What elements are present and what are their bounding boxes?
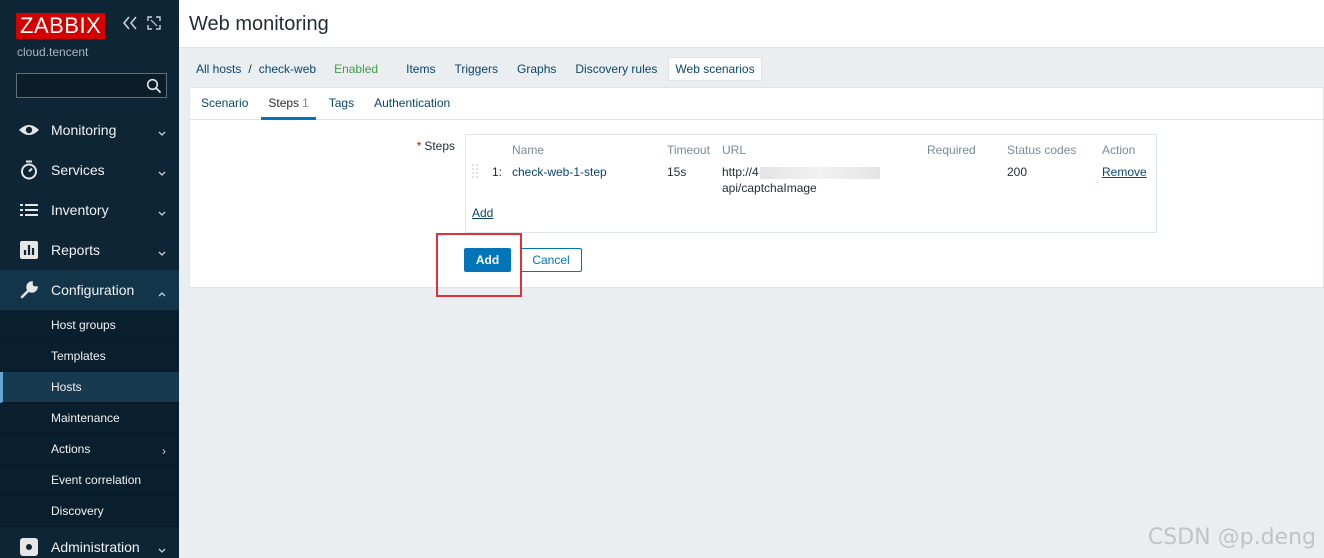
- tab-authentication[interactable]: Authentication: [367, 88, 457, 120]
- tab-steps[interactable]: Steps 1: [261, 88, 316, 120]
- submenu-hosts[interactable]: Hosts: [0, 372, 179, 403]
- step-status-codes: 200: [1007, 165, 1028, 179]
- tab-label: Tags: [328, 96, 355, 110]
- gear-icon: [18, 536, 40, 558]
- breadcrumb-all-hosts[interactable]: All hosts: [196, 62, 241, 76]
- chevron-down-icon: [158, 244, 166, 260]
- host-status[interactable]: Enabled: [334, 62, 378, 76]
- submenu-label: Host groups: [51, 318, 116, 332]
- column-header-required: Required: [927, 143, 976, 157]
- menu-administration[interactable]: Administration: [0, 527, 179, 558]
- step-url: http://4 api/captchaImage: [722, 165, 880, 197]
- wrench-icon: [18, 279, 40, 301]
- tab-count: 1: [302, 96, 309, 110]
- chevron-down-icon: [158, 164, 166, 180]
- menu-label: Monitoring: [51, 122, 117, 138]
- column-header-action: Action: [1102, 143, 1136, 157]
- tab-scenario[interactable]: Scenario: [194, 88, 255, 120]
- redacted-url-part: [759, 166, 880, 179]
- step-url-line2: api/captchaImage: [722, 181, 817, 195]
- menu-configuration[interactable]: Configuration: [0, 270, 179, 310]
- chevron-right-icon: ›: [162, 444, 166, 458]
- tab-label: Scenario: [201, 96, 249, 110]
- chevron-down-icon: [158, 204, 166, 220]
- menu-label: Configuration: [51, 282, 135, 298]
- tab-label: Authentication: [374, 96, 451, 110]
- submenu-label: Event correlation: [51, 473, 142, 487]
- host-link-triggers[interactable]: Triggers: [454, 62, 498, 76]
- menu-monitoring[interactable]: Monitoring: [0, 110, 179, 150]
- cancel-button[interactable]: Cancel: [520, 248, 582, 272]
- host-link-web-scenarios[interactable]: Web scenarios: [668, 57, 762, 81]
- stopwatch-icon: [18, 159, 40, 181]
- menu-reports[interactable]: Reports: [0, 230, 179, 270]
- search-icon[interactable]: [146, 78, 162, 97]
- bar-chart-icon: [18, 239, 40, 261]
- steps-label-text: Steps: [424, 139, 455, 153]
- form-tabs: Scenario Steps 1 Tags Authentication: [190, 88, 1323, 120]
- menu-label: Reports: [51, 242, 101, 258]
- eye-icon: [18, 119, 40, 141]
- step-timeout: 15s: [667, 165, 687, 179]
- submenu-templates[interactable]: Templates: [0, 341, 179, 372]
- page-header: Web monitoring: [179, 0, 1324, 48]
- submenu-label: Templates: [51, 349, 106, 363]
- steps-field-label: * Steps: [415, 139, 455, 153]
- breadcrumb-separator: /: [248, 62, 252, 76]
- column-header-status-codes: Status codes: [1007, 143, 1077, 157]
- submenu-actions[interactable]: Actions ›: [0, 434, 179, 465]
- sidebar: ZABBIX cloud.tencent Monitoring Services: [0, 0, 179, 558]
- breadcrumb-host[interactable]: check-web: [259, 62, 316, 76]
- submenu-label: Maintenance: [51, 411, 120, 425]
- kiosk-mode-icon[interactable]: [147, 16, 161, 34]
- menu-inventory[interactable]: Inventory: [0, 190, 179, 230]
- required-mark: *: [416, 139, 422, 153]
- column-header-url: URL: [722, 143, 747, 157]
- drag-handle-icon[interactable]: [472, 164, 478, 178]
- menu-label: Inventory: [51, 202, 109, 218]
- host-navigation: All hosts / check-web Enabled Items Trig…: [189, 56, 781, 82]
- chevron-down-icon: [158, 541, 166, 557]
- submenu-label: Actions: [51, 442, 91, 456]
- submenu-event-correlation[interactable]: Event correlation: [0, 465, 179, 496]
- main-menu: Monitoring Services Inventory Reports Co…: [0, 110, 179, 527]
- search-input[interactable]: [16, 73, 167, 98]
- add-step-link[interactable]: Add: [472, 206, 493, 220]
- configuration-submenu: Host groups Templates Hosts Maintenance …: [0, 310, 179, 527]
- submenu-maintenance[interactable]: Maintenance: [0, 403, 179, 434]
- column-header-timeout: Timeout: [667, 143, 710, 157]
- host-link-graphs[interactable]: Graphs: [517, 62, 556, 76]
- tab-label: Steps: [268, 96, 300, 110]
- zabbix-logo[interactable]: ZABBIX: [16, 13, 106, 39]
- chevron-up-icon: [158, 284, 166, 300]
- steps-table: Name Timeout URL Required Status codes A…: [465, 134, 1157, 233]
- list-icon: [18, 199, 40, 221]
- remove-step-link[interactable]: Remove: [1102, 165, 1147, 179]
- server-name: cloud.tencent: [17, 45, 89, 59]
- submenu-host-groups[interactable]: Host groups: [0, 310, 179, 341]
- step-url-line1: http://4: [722, 165, 759, 179]
- tab-tags[interactable]: Tags: [322, 88, 361, 120]
- submenu-discovery[interactable]: Discovery: [0, 496, 179, 527]
- submenu-label: Discovery: [51, 504, 104, 518]
- page-title: Web monitoring: [189, 13, 329, 35]
- submenu-label: Hosts: [51, 380, 82, 394]
- column-header-name: Name: [512, 143, 545, 157]
- collapse-sidebar-icon[interactable]: [122, 16, 138, 34]
- highlight-box: [436, 233, 522, 297]
- step-index: 1:: [492, 165, 503, 179]
- menu-label: Services: [51, 162, 105, 178]
- form-panel: Scenario Steps 1 Tags Authentication * Ste…: [189, 87, 1324, 288]
- chevron-down-icon: [158, 124, 166, 140]
- step-name-link[interactable]: check-web-1-step: [512, 165, 607, 179]
- host-link-items[interactable]: Items: [406, 62, 435, 76]
- logo-row: ZABBIX: [16, 13, 106, 39]
- host-link-discovery-rules[interactable]: Discovery rules: [575, 62, 657, 76]
- watermark: CSDN @p.deng: [1147, 525, 1316, 550]
- menu-services[interactable]: Services: [0, 150, 179, 190]
- menu-label: Administration: [51, 539, 140, 555]
